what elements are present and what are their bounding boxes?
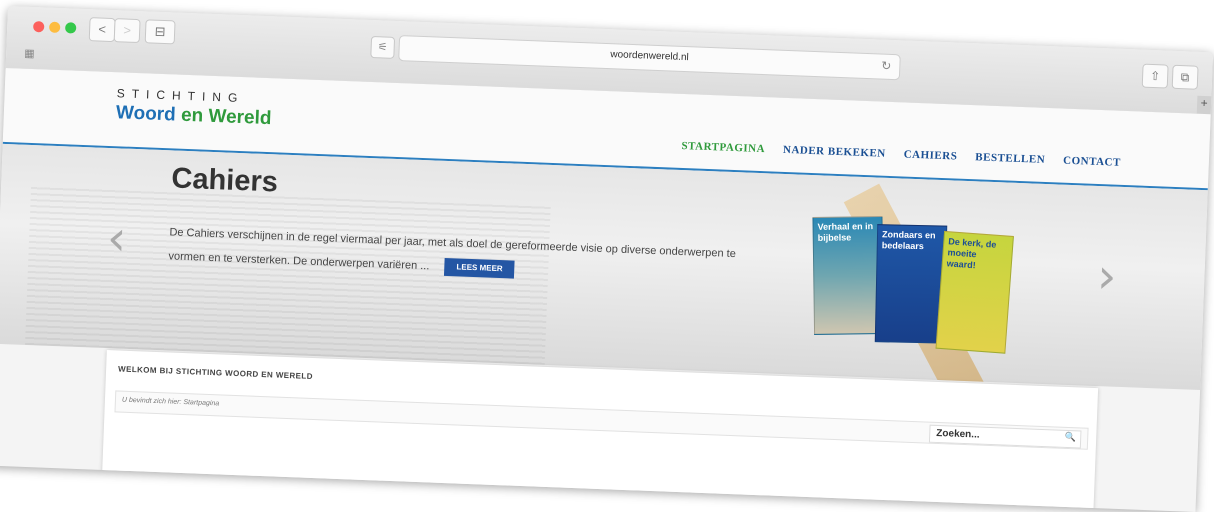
logo-word-woord: Woord <box>115 102 177 126</box>
nav-item-contact[interactable]: CONTACT <box>1063 155 1121 169</box>
reader-view-icon[interactable]: ⚟ <box>370 35 396 59</box>
sidebar-toggle-icon[interactable]: ⊟ <box>144 19 176 45</box>
slider-next-icon[interactable]: › <box>1096 248 1117 305</box>
address-bar[interactable]: woordenwereld.nl ↻ <box>398 35 901 81</box>
back-button[interactable]: < <box>88 17 116 43</box>
top-sites-icon[interactable]: ▦ <box>24 47 35 60</box>
read-more-button[interactable]: LEES MEER <box>444 258 515 279</box>
search-icon[interactable]: 🔍 <box>1065 432 1077 443</box>
welcome-heading: WELKOM BIJ STICHTING WOORD EN WERELD <box>117 364 314 381</box>
search-box: 🔍 <box>928 424 1082 449</box>
share-icon[interactable]: ⇧ <box>1141 63 1169 89</box>
search-input[interactable] <box>936 426 1047 445</box>
new-tab-icon[interactable]: + <box>1196 95 1212 115</box>
show-tabs-icon[interactable]: ⧉ <box>1171 64 1199 90</box>
forward-button[interactable]: > <box>113 18 141 44</box>
hero-description: De Cahiers verschijnen in de regel vierm… <box>168 220 749 290</box>
breadcrumb-bar: U bevindt zich hier: Startpagina 🔍 <box>114 390 1089 450</box>
nav-item-nader-bekeken[interactable]: NADER BEKEKEN <box>783 144 886 160</box>
close-window-button[interactable] <box>33 20 45 33</box>
url-text: woordenwereld.nl <box>610 49 689 64</box>
nav-item-bestellen[interactable]: BESTELLEN <box>975 151 1045 166</box>
breadcrumb: U bevindt zich hier: Startpagina <box>121 396 220 408</box>
site-logo[interactable]: Woord en Wereld <box>116 102 272 130</box>
browser-window: < > ⊟ ▦ ⚟ woordenwereld.nl ↻ ⇧ ⧉ + STICH… <box>0 6 1214 512</box>
reload-icon[interactable]: ↻ <box>881 59 892 73</box>
zoom-window-button[interactable] <box>64 22 77 34</box>
book-cover: De kerk, de moeite waard! <box>935 230 1014 354</box>
nav-item-cahiers[interactable]: CAHIERS <box>903 148 957 162</box>
minimize-window-button[interactable] <box>49 21 61 34</box>
book-cover: Verhaal en in bijbelse <box>812 215 885 335</box>
hero-title: Cahiers <box>170 162 279 199</box>
logo-word-en-wereld: en Wereld <box>180 104 272 130</box>
nav-item-startpagina[interactable]: STARTPAGINA <box>681 140 765 155</box>
main-navigation: STARTPAGINA NADER BEKEKEN CAHIERS BESTEL… <box>681 140 1121 169</box>
slider-prev-icon[interactable]: ‹ <box>106 210 127 267</box>
